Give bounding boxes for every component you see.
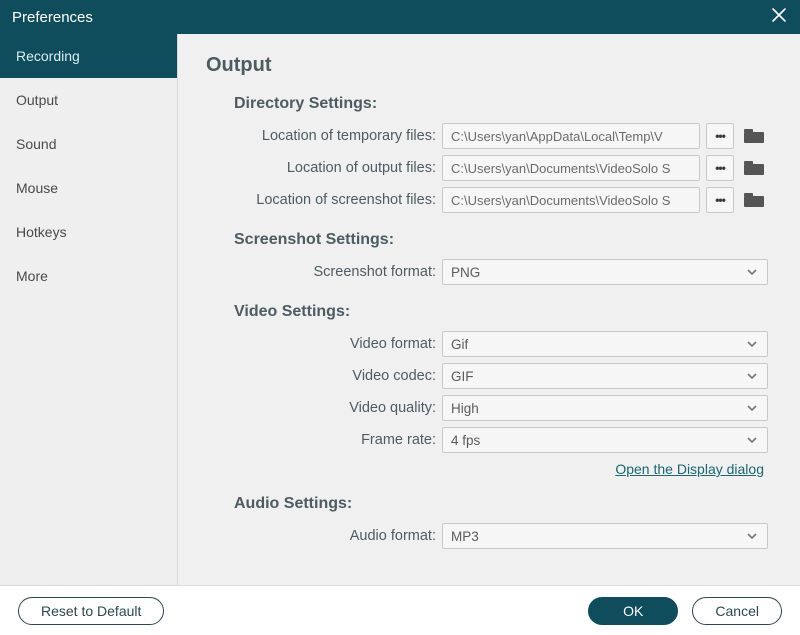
select-video-format[interactable]: Gif [442,331,768,357]
row-video-format: Video format: Gif [206,331,772,357]
chevron-down-icon [745,529,759,543]
select-video-codec[interactable]: GIF [442,363,768,389]
chevron-down-icon [745,337,759,351]
browse-temp-button[interactable]: ••• [706,123,734,149]
sidebar-item-label: Sound [16,136,56,152]
reset-label: Reset to Default [41,603,141,619]
open-temp-folder-button[interactable] [740,123,768,149]
page-title: Output [206,54,772,77]
titlebar: Preferences [0,0,800,34]
chevron-down-icon [745,265,759,279]
label-screenshot-format: Screenshot format: [206,264,442,280]
input-temp-files[interactable]: C:\Users\yan\AppData\Local\Temp\V [442,123,700,149]
sidebar-item-label: Output [16,92,58,108]
select-video-quality[interactable]: High [442,395,768,421]
row-audio-format: Audio format: MP3 [206,523,772,549]
reset-to-default-button[interactable]: Reset to Default [18,597,164,625]
folder-icon [744,193,764,207]
row-temp-files: Location of temporary files: C:\Users\ya… [206,123,772,149]
folder-icon [744,129,764,143]
label-video-codec: Video codec: [206,368,442,384]
open-display-dialog-link[interactable]: Open the Display dialog [615,461,764,477]
sidebar: Recording Output Sound Mouse Hotkeys Mor… [0,34,178,585]
section-audio-heading: Audio Settings: [234,495,772,513]
label-output-files: Location of output files: [206,160,442,176]
sidebar-item-recording[interactable]: Recording [0,34,177,78]
close-icon[interactable] [770,6,788,29]
chevron-down-icon [745,401,759,415]
folder-icon [744,161,764,175]
select-frame-rate-value: 4 fps [451,433,480,448]
cancel-label: Cancel [715,603,759,619]
label-video-format: Video format: [206,336,442,352]
label-temp-files: Location of temporary files: [206,128,442,144]
open-output-folder-button[interactable] [740,155,768,181]
row-video-quality: Video quality: High [206,395,772,421]
select-audio-format[interactable]: MP3 [442,523,768,549]
select-screenshot-format-value: PNG [451,265,480,280]
select-audio-format-value: MP3 [451,529,479,544]
input-output-files[interactable]: C:\Users\yan\Documents\VideoSolo S [442,155,700,181]
section-screenshot-heading: Screenshot Settings: [234,231,772,249]
window-title: Preferences [12,9,93,26]
row-frame-rate: Frame rate: 4 fps [206,427,772,453]
label-frame-rate: Frame rate: [206,432,442,448]
chevron-down-icon [745,433,759,447]
ok-label: OK [623,603,643,619]
sidebar-item-hotkeys[interactable]: Hotkeys [0,210,177,254]
row-screenshot-format: Screenshot format: PNG [206,259,772,285]
sidebar-item-label: Recording [16,48,80,64]
browse-screenshot-button[interactable]: ••• [706,187,734,213]
select-video-quality-value: High [451,401,479,416]
ellipsis-icon: ••• [715,129,725,143]
footer: Reset to Default OK Cancel [0,585,800,635]
sidebar-item-label: Hotkeys [16,224,67,240]
cancel-button[interactable]: Cancel [692,597,782,625]
ellipsis-icon: ••• [715,161,725,175]
display-dialog-link-row: Open the Display dialog [206,461,764,477]
open-screenshot-folder-button[interactable] [740,187,768,213]
select-frame-rate[interactable]: 4 fps [442,427,768,453]
sidebar-item-sound[interactable]: Sound [0,122,177,166]
select-video-codec-value: GIF [451,369,474,384]
chevron-down-icon [745,369,759,383]
input-screenshot-files-text: C:\Users\yan\Documents\VideoSolo S [451,193,670,208]
select-screenshot-format[interactable]: PNG [442,259,768,285]
main-panel: Output Directory Settings: Location of t… [178,34,800,585]
browse-output-button[interactable]: ••• [706,155,734,181]
sidebar-item-mouse[interactable]: Mouse [0,166,177,210]
row-screenshot-files: Location of screenshot files: C:\Users\y… [206,187,772,213]
sidebar-item-label: More [16,268,48,284]
label-audio-format: Audio format: [206,528,442,544]
row-video-codec: Video codec: GIF [206,363,772,389]
label-video-quality: Video quality: [206,400,442,416]
sidebar-item-label: Mouse [16,180,58,196]
row-output-files: Location of output files: C:\Users\yan\D… [206,155,772,181]
label-screenshot-files: Location of screenshot files: [206,192,442,208]
input-output-files-text: C:\Users\yan\Documents\VideoSolo S [451,161,670,176]
input-screenshot-files[interactable]: C:\Users\yan\Documents\VideoSolo S [442,187,700,213]
ok-button[interactable]: OK [588,597,678,625]
sidebar-item-more[interactable]: More [0,254,177,298]
ellipsis-icon: ••• [715,193,725,207]
sidebar-item-output[interactable]: Output [0,78,177,122]
select-video-format-value: Gif [451,337,468,352]
input-temp-files-text: C:\Users\yan\AppData\Local\Temp\V [451,129,663,144]
section-video-heading: Video Settings: [234,303,772,321]
section-directory-heading: Directory Settings: [234,95,772,113]
